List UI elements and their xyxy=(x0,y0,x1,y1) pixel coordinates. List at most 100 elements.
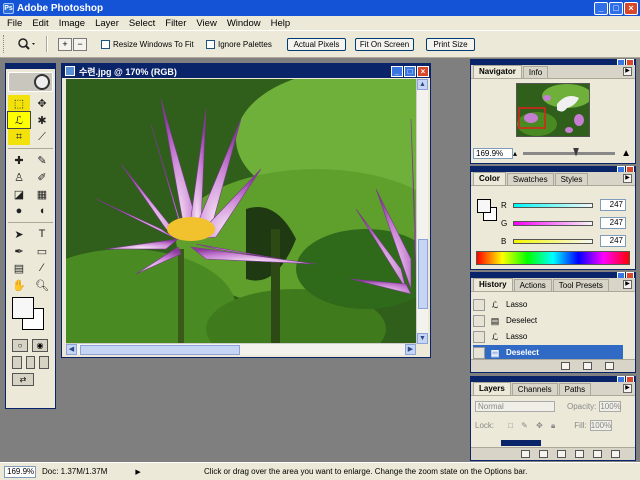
options-bar-grip[interactable] xyxy=(3,35,6,53)
navigator-thumbnail[interactable] xyxy=(516,83,590,137)
menu-file[interactable]: File xyxy=(2,18,27,29)
create-snapshot-icon[interactable] xyxy=(583,362,592,370)
image-canvas[interactable] xyxy=(66,79,416,344)
palette-menu-arrow-icon[interactable]: ▶ xyxy=(623,67,632,76)
new-document-from-state-icon[interactable] xyxy=(561,362,570,370)
slice-tool-icon[interactable]: ⟋ xyxy=(31,129,53,145)
healing-brush-icon[interactable]: ✚ xyxy=(8,152,30,168)
crop-tool-icon[interactable]: ⌗ xyxy=(8,129,30,145)
clone-stamp-icon[interactable]: ♙ xyxy=(8,169,30,185)
zoom-out-small-icon[interactable]: ▴ xyxy=(513,149,517,158)
standard-mode-icon[interactable]: ○ xyxy=(12,339,28,352)
hand-tool-icon[interactable]: ✋ xyxy=(8,277,30,293)
menu-filter[interactable]: Filter xyxy=(160,18,191,29)
zoom-in-large-icon[interactable]: ▲ xyxy=(621,148,631,159)
vertical-scroll-thumb[interactable] xyxy=(418,239,428,309)
history-brush-source-box[interactable] xyxy=(473,298,485,311)
dodge-tool-icon[interactable]: ◖ xyxy=(31,203,53,219)
type-tool-icon[interactable]: T xyxy=(31,226,53,242)
vertical-scrollbar[interactable]: ▲ ▼ xyxy=(416,79,428,344)
path-selection-icon[interactable]: ➤ xyxy=(8,226,30,242)
new-layer-icon[interactable] xyxy=(593,450,602,458)
add-mask-icon[interactable] xyxy=(539,450,548,458)
tab-history[interactable]: History xyxy=(473,278,513,291)
toolbox-titlebar[interactable] xyxy=(6,64,55,69)
color-foreground-swatch[interactable] xyxy=(477,199,491,213)
pen-tool-icon[interactable]: ✒ xyxy=(8,243,30,259)
menu-layer[interactable]: Layer xyxy=(90,18,124,29)
menu-view[interactable]: View xyxy=(191,18,221,29)
tab-navigator[interactable]: Navigator xyxy=(473,65,522,78)
trash-icon[interactable] xyxy=(611,450,620,458)
print-size-button[interactable]: Print Size xyxy=(426,38,475,51)
history-item-selected[interactable]: ▤ Deselect xyxy=(473,345,623,360)
actual-pixels-button[interactable]: Actual Pixels xyxy=(287,38,346,51)
tab-paths[interactable]: Paths xyxy=(558,383,592,395)
tab-channels[interactable]: Channels xyxy=(511,383,558,395)
foreground-color-swatch[interactable] xyxy=(12,297,34,319)
screen-mode-standard-icon[interactable] xyxy=(12,356,22,369)
ignore-palettes-checkbox[interactable]: Ignore Palettes xyxy=(206,40,272,49)
notes-tool-icon[interactable]: ▤ xyxy=(8,260,30,276)
quick-mask-mode-icon[interactable]: ◉ xyxy=(32,339,48,352)
menu-select[interactable]: Select xyxy=(124,18,160,29)
doc-minimize-button[interactable]: _ xyxy=(391,65,403,77)
new-adjustment-layer-icon[interactable] xyxy=(575,450,584,458)
status-zoom-field[interactable]: 169.9% xyxy=(4,465,36,478)
lock-options-icons[interactable]: □ ✎ ✥ 🔒︎ xyxy=(508,421,558,431)
tab-layers[interactable]: Layers xyxy=(473,382,511,395)
red-value-field[interactable]: 247 xyxy=(600,199,626,211)
brush-tool-icon[interactable]: ✎ xyxy=(31,152,53,168)
scroll-left-arrow[interactable]: ◀ xyxy=(66,344,77,355)
jump-to-imageready-icon[interactable]: ⇄ xyxy=(12,373,34,386)
tab-info[interactable]: Info xyxy=(522,66,549,78)
eyedropper-tool-icon[interactable]: ⁄ xyxy=(31,260,53,276)
adobe-online-button[interactable] xyxy=(8,72,53,92)
history-brush-source-box[interactable] xyxy=(473,346,485,359)
zoom-out-button[interactable]: − xyxy=(73,38,87,51)
status-menu-arrow-icon[interactable]: ▶ xyxy=(135,468,140,476)
doc-close-button[interactable]: × xyxy=(417,65,429,77)
document-titlebar[interactable]: 수련.jpg @ 170% (RGB) _ □ × xyxy=(62,64,430,78)
minimize-button[interactable]: _ xyxy=(594,1,608,15)
scroll-up-arrow[interactable]: ▲ xyxy=(417,79,428,90)
tab-actions[interactable]: Actions xyxy=(513,279,552,291)
green-slider[interactable] xyxy=(513,220,593,226)
scroll-down-arrow[interactable]: ▼ xyxy=(417,333,428,344)
eraser-tool-icon[interactable]: ◪ xyxy=(8,186,30,202)
fit-on-screen-button[interactable]: Fit On Screen xyxy=(355,38,414,51)
red-slider[interactable] xyxy=(513,202,593,208)
palette-menu-arrow-icon[interactable]: ▶ xyxy=(623,384,632,393)
history-brush-icon[interactable]: ✐ xyxy=(31,169,53,185)
lasso-tool-icon[interactable]: ℒ xyxy=(7,111,31,129)
opacity-field[interactable]: 100% xyxy=(599,401,622,412)
tab-swatches[interactable]: Swatches xyxy=(506,173,554,185)
history-item[interactable]: ▤ Deselect xyxy=(473,313,623,328)
checkbox-box[interactable] xyxy=(206,40,215,49)
history-brush-source-box[interactable] xyxy=(473,314,485,327)
history-item[interactable]: ℒ Lasso xyxy=(473,329,623,344)
color-spectrum-ramp[interactable] xyxy=(476,251,630,265)
blur-tool-icon[interactable]: ● xyxy=(8,203,30,219)
menu-help[interactable]: Help xyxy=(266,18,296,29)
menu-window[interactable]: Window xyxy=(222,18,266,29)
screen-mode-full-menu-icon[interactable] xyxy=(25,356,36,369)
add-layer-style-icon[interactable] xyxy=(521,450,530,458)
magic-wand-tool-icon[interactable]: ✱ xyxy=(31,112,53,128)
gradient-tool-icon[interactable]: ▦ xyxy=(31,186,53,202)
tab-color[interactable]: Color xyxy=(473,172,506,185)
navigator-zoom-slider[interactable] xyxy=(523,147,616,157)
maximize-button[interactable]: □ xyxy=(609,1,623,15)
zoom-tool-icon[interactable]: 🔍︎ xyxy=(31,277,53,293)
screen-mode-full-icon[interactable] xyxy=(39,356,50,369)
fill-field[interactable]: 100% xyxy=(589,420,612,431)
slider-knob[interactable] xyxy=(573,147,580,157)
zoom-in-button[interactable]: + xyxy=(58,38,72,51)
history-brush-source-box[interactable] xyxy=(473,330,485,343)
navigator-zoom-field[interactable]: 169.9% xyxy=(473,147,513,159)
menu-image[interactable]: Image xyxy=(54,18,90,29)
doc-maximize-button[interactable]: □ xyxy=(404,65,416,77)
blue-slider[interactable] xyxy=(513,238,593,244)
history-item[interactable]: ℒ Lasso xyxy=(473,297,623,312)
blue-value-field[interactable]: 247 xyxy=(600,235,626,247)
